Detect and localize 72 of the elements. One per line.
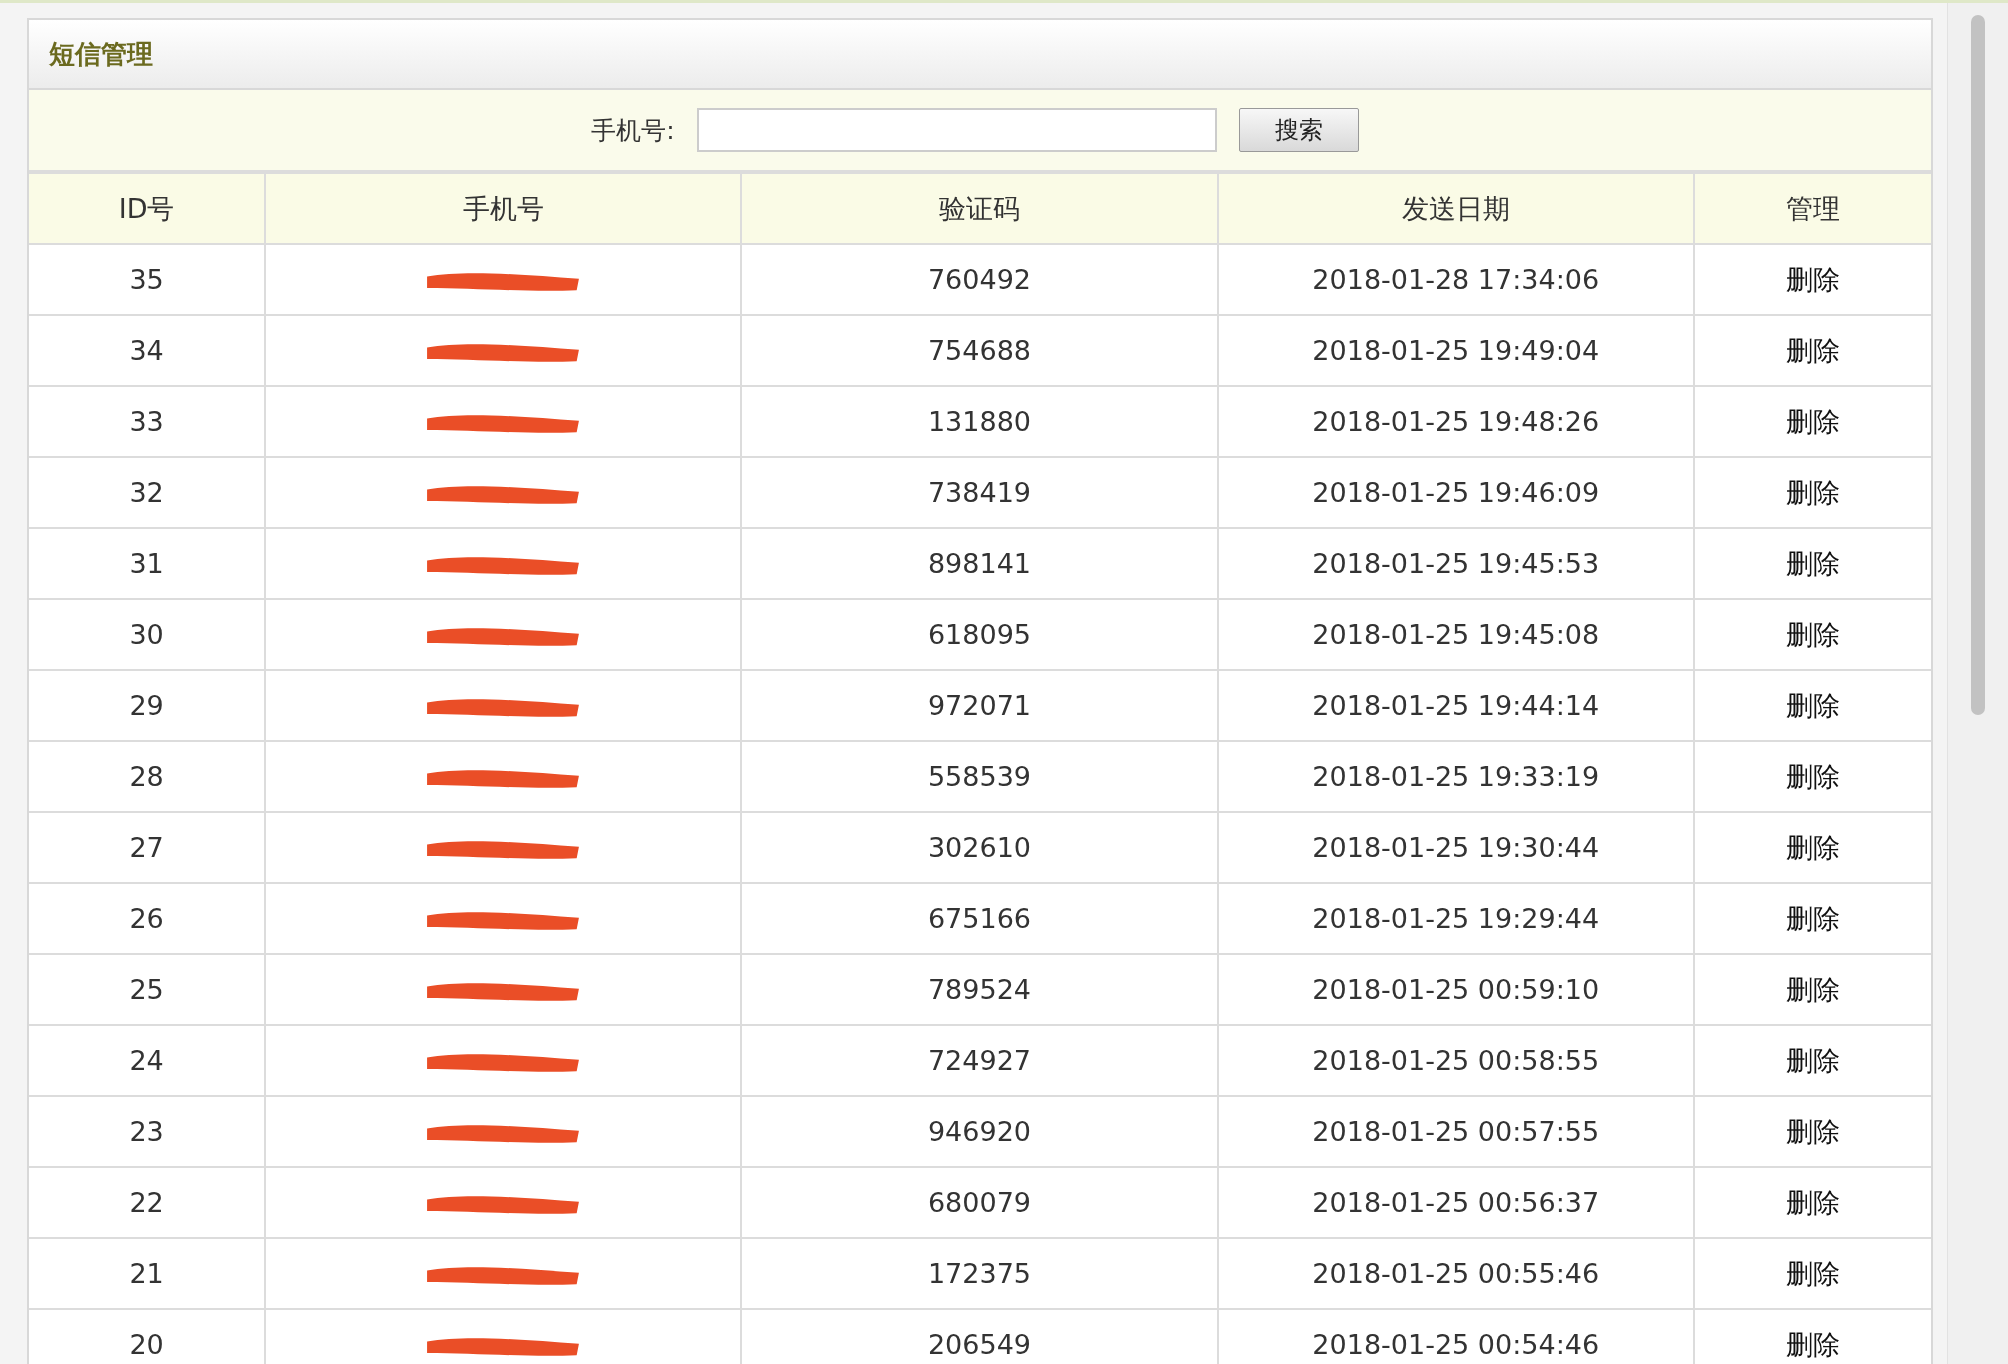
- table-cell: 2018-01-25 19:48:26: [1217, 386, 1694, 457]
- delete-link[interactable]: 删除: [1785, 263, 1840, 295]
- table-cell: 35: [29, 244, 266, 315]
- table-cell: 2018-01-25 00:59:10: [1217, 954, 1694, 1025]
- table-cell: 675166: [741, 883, 1218, 954]
- table-cell: 754688: [741, 315, 1218, 386]
- table-cell: 32: [29, 457, 266, 528]
- table-cell: 2018-01-25 19:46:09: [1217, 457, 1694, 528]
- table-cell: 24: [29, 1025, 266, 1096]
- table-cell: 2018-01-25 19:29:44: [1217, 883, 1694, 954]
- search-button[interactable]: 搜索: [1238, 108, 1359, 152]
- table-cell: 29: [29, 670, 266, 741]
- table-cell: 946920: [741, 1096, 1218, 1167]
- delete-link[interactable]: 删除: [1785, 1044, 1840, 1076]
- table-cell: 28: [29, 741, 266, 812]
- table-cell: 738419: [741, 457, 1218, 528]
- column-header: 发送日期: [1217, 173, 1694, 244]
- table-cell: 2018-01-25 00:57:55: [1217, 1096, 1694, 1167]
- delete-link[interactable]: 删除: [1785, 334, 1840, 366]
- delete-link[interactable]: 删除: [1785, 689, 1840, 721]
- table-cell: 2018-01-25 19:33:19: [1217, 741, 1694, 812]
- table-cell: 31: [29, 528, 266, 599]
- table-cell: 2018-01-25 19:44:14: [1217, 670, 1694, 741]
- phone-search-field[interactable]: [696, 108, 1217, 152]
- table-cell: 27: [29, 812, 266, 883]
- table-cell: 2018-01-25 19:45:08: [1217, 599, 1694, 670]
- table-cell: 21: [29, 1238, 266, 1309]
- scrollbar-thumb[interactable]: [1971, 15, 1985, 715]
- column-header: 手机号: [265, 173, 742, 244]
- table-cell: 23: [29, 1096, 266, 1167]
- delete-link[interactable]: 删除: [1785, 547, 1840, 579]
- table-cell: 172375: [741, 1238, 1218, 1309]
- table-cell: 2018-01-25 19:30:44: [1217, 812, 1694, 883]
- table-cell: 2018-01-28 17:34:06: [1217, 244, 1694, 315]
- delete-link[interactable]: 删除: [1785, 1328, 1840, 1360]
- table-cell: 131880: [741, 386, 1218, 457]
- table-cell: 558539: [741, 741, 1218, 812]
- delete-link[interactable]: 删除: [1785, 1115, 1840, 1147]
- delete-link[interactable]: 删除: [1785, 476, 1840, 508]
- column-header: 管理: [1693, 173, 1931, 244]
- delete-link[interactable]: 删除: [1785, 973, 1840, 1005]
- search-label: 手机号:: [591, 114, 675, 147]
- table-cell: 22: [29, 1167, 266, 1238]
- delete-link[interactable]: 删除: [1785, 760, 1840, 792]
- scrollbar[interactable]: [1947, 3, 2008, 1364]
- table-cell: 33: [29, 386, 266, 457]
- table-cell: 2018-01-25 00:58:55: [1217, 1025, 1694, 1096]
- delete-link[interactable]: 删除: [1785, 618, 1840, 650]
- table-cell: 789524: [741, 954, 1218, 1025]
- table-cell: 2018-01-25 00:56:37: [1217, 1167, 1694, 1238]
- column-header: ID号: [29, 173, 266, 244]
- panel-title: 短信管理: [49, 37, 153, 71]
- table-cell: 302610: [741, 812, 1218, 883]
- table-cell: 30: [29, 599, 266, 670]
- table-cell: 680079: [741, 1167, 1218, 1238]
- table-cell: 724927: [741, 1025, 1218, 1096]
- delete-link[interactable]: 删除: [1785, 902, 1840, 934]
- table-cell: 2018-01-25 19:45:53: [1217, 528, 1694, 599]
- table-cell: 26: [29, 883, 266, 954]
- table-cell: 760492: [741, 244, 1218, 315]
- table-cell: 2018-01-25 19:49:04: [1217, 315, 1694, 386]
- delete-link[interactable]: 删除: [1785, 831, 1840, 863]
- table-cell: 618095: [741, 599, 1218, 670]
- table-cell: 25: [29, 954, 266, 1025]
- delete-link[interactable]: 删除: [1785, 405, 1840, 437]
- table-cell: 2018-01-25 00:55:46: [1217, 1238, 1694, 1309]
- delete-link[interactable]: 删除: [1785, 1257, 1840, 1289]
- table-cell: 34: [29, 315, 266, 386]
- column-header: 验证码: [741, 173, 1218, 244]
- table-cell: 898141: [741, 528, 1218, 599]
- delete-link[interactable]: 删除: [1785, 1186, 1840, 1218]
- table-cell: 972071: [741, 670, 1218, 741]
